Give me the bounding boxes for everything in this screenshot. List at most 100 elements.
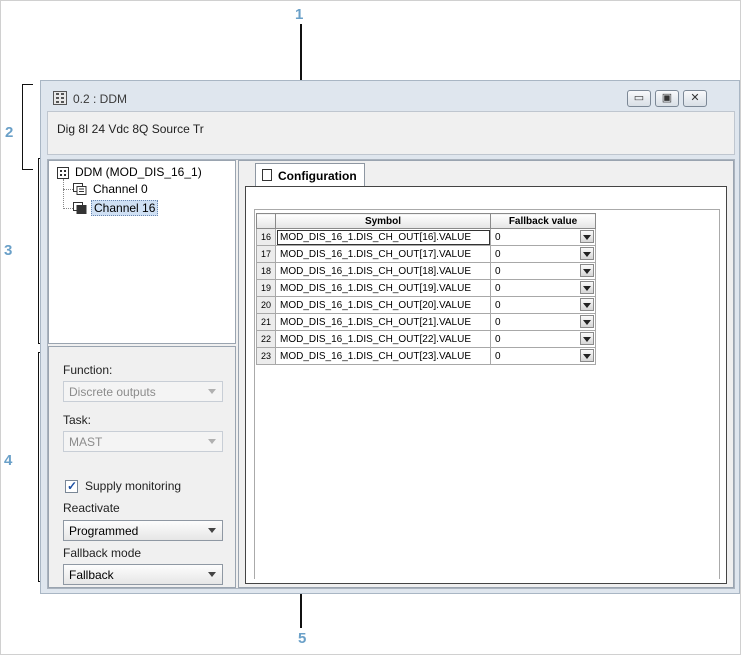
- maximize-button[interactable]: ▣: [655, 90, 679, 107]
- fallback-value-cell[interactable]: 0: [490, 347, 596, 365]
- row-index: 22: [256, 330, 276, 348]
- maximize-icon: ▣: [661, 92, 673, 104]
- symbol-cell[interactable]: MOD_DIS_16_1.DIS_CH_OUT[19].VALUE: [275, 279, 491, 297]
- row-index: 19: [256, 279, 276, 297]
- configuration-panel: Symbol Fallback value 16 MOD_DIS_16_1.DIS…: [245, 186, 727, 584]
- row-index: 23: [256, 347, 276, 365]
- callout-3: 3: [4, 242, 13, 259]
- fallback-value: 0: [495, 265, 501, 277]
- title-bar: 0.2 : DDM ▭ ▣ ✕: [41, 81, 739, 111]
- close-button[interactable]: ✕: [683, 90, 707, 107]
- supply-monitoring-label: Supply monitoring: [85, 479, 182, 493]
- fallback-dropdown-button[interactable]: [580, 247, 594, 260]
- column-header-symbol: Symbol: [275, 213, 491, 229]
- table-row[interactable]: 22 MOD_DIS_16_1.DIS_CH_OUT[22].VALUE 0: [256, 330, 596, 348]
- task-dropdown[interactable]: MAST: [63, 431, 223, 452]
- table-row[interactable]: 18 MOD_DIS_16_1.DIS_CH_OUT[18].VALUE 0: [256, 262, 596, 280]
- callout-5: 5: [298, 630, 307, 647]
- fallback-table: Symbol Fallback value 16 MOD_DIS_16_1.DIS…: [256, 213, 596, 365]
- fallback-dropdown-button[interactable]: [580, 230, 594, 243]
- fallback-value-cell[interactable]: 0: [490, 313, 596, 331]
- module-description: Dig 8I 24 Vdc 8Q Source Tr: [57, 122, 204, 136]
- callout-2: 2: [5, 124, 14, 141]
- module-icon: [53, 91, 67, 105]
- channel-icon: [73, 202, 87, 214]
- ddm-window: 0.2 : DDM ▭ ▣ ✕ Dig 8I 24 Vdc 8Q Source …: [40, 80, 740, 594]
- row-index: 17: [256, 245, 276, 263]
- fallback-value-cell[interactable]: 0: [490, 296, 596, 314]
- reactivate-dropdown[interactable]: Programmed: [63, 520, 223, 541]
- table-row[interactable]: 17 MOD_DIS_16_1.DIS_CH_OUT[17].VALUE 0: [256, 245, 596, 263]
- row-index: 21: [256, 313, 276, 331]
- chevron-down-icon: [208, 528, 216, 533]
- fallback-dropdown-button[interactable]: [580, 298, 594, 311]
- fallback-mode-value: Fallback: [69, 568, 114, 582]
- channel-icon: [73, 183, 87, 195]
- symbol-cell[interactable]: MOD_DIS_16_1.DIS_CH_OUT[23].VALUE: [275, 347, 491, 365]
- fallback-value-cell[interactable]: 0: [490, 279, 596, 297]
- fallback-mode-label: Fallback mode: [63, 546, 142, 560]
- chevron-down-icon: [208, 389, 216, 394]
- symbol-cell[interactable]: MOD_DIS_16_1.DIS_CH_OUT[21].VALUE: [275, 313, 491, 331]
- fallback-value-cell[interactable]: 0: [490, 245, 596, 263]
- tab-area: Configuration Symbol Fallback value 16 MO…: [238, 160, 734, 588]
- row-index: 18: [256, 262, 276, 280]
- task-value: MAST: [69, 435, 103, 449]
- table-row[interactable]: 23 MOD_DIS_16_1.DIS_CH_OUT[23].VALUE 0: [256, 347, 596, 365]
- symbol-cell[interactable]: MOD_DIS_16_1.DIS_CH_OUT[22].VALUE: [275, 330, 491, 348]
- supply-monitoring-checkbox[interactable]: ✓: [65, 479, 78, 493]
- tab-configuration[interactable]: Configuration: [255, 163, 365, 187]
- minimize-button[interactable]: ▭: [627, 90, 651, 107]
- check-icon: ✓: [67, 479, 78, 493]
- fallback-value: 0: [495, 282, 501, 294]
- fallback-dropdown-button[interactable]: [580, 281, 594, 294]
- symbol-cell[interactable]: MOD_DIS_16_1.DIS_CH_OUT[17].VALUE: [275, 245, 491, 263]
- table-row[interactable]: 19 MOD_DIS_16_1.DIS_CH_OUT[19].VALUE 0: [256, 279, 596, 297]
- module-description-panel: Dig 8I 24 Vdc 8Q Source Tr: [47, 111, 735, 155]
- fallback-value: 0: [495, 316, 501, 328]
- window-title: 0.2 : DDM: [73, 92, 128, 106]
- tree-line: [63, 179, 64, 209]
- channel-parameters-panel: Function: Discrete outputs Task: MAST ✓ …: [48, 346, 236, 588]
- fallback-value: 0: [495, 333, 501, 345]
- callout-1: 1: [295, 6, 304, 23]
- fallback-value: 0: [495, 350, 501, 362]
- tree-item-channel-0[interactable]: Channel 0: [93, 182, 148, 196]
- function-label: Function:: [63, 363, 113, 377]
- fallback-dropdown-button[interactable]: [580, 332, 594, 345]
- channel-tree: DDM (MOD_DIS_16_1) Channel 0 Channel 16: [48, 160, 236, 344]
- fallback-value: 0: [495, 248, 501, 260]
- fallback-value-cell[interactable]: 0: [490, 330, 596, 348]
- close-icon: ✕: [690, 92, 700, 104]
- table-row[interactable]: 21 MOD_DIS_16_1.DIS_CH_OUT[21].VALUE 0: [256, 313, 596, 331]
- column-header-fallback-value: Fallback value: [490, 213, 596, 229]
- fallback-mode-dropdown[interactable]: Fallback: [63, 564, 223, 585]
- row-index: 16: [256, 228, 276, 246]
- row-index: 20: [256, 296, 276, 314]
- fallback-value-cell[interactable]: 0: [490, 228, 596, 246]
- symbol-cell[interactable]: MOD_DIS_16_1.DIS_CH_OUT[16].VALUE: [275, 228, 491, 246]
- fallback-value: 0: [495, 299, 501, 311]
- symbol-cell[interactable]: MOD_DIS_16_1.DIS_CH_OUT[18].VALUE: [275, 262, 491, 280]
- fallback-value: 0: [495, 231, 501, 243]
- table-row[interactable]: 20 MOD_DIS_16_1.DIS_CH_OUT[20].VALUE 0: [256, 296, 596, 314]
- fallback-dropdown-button[interactable]: [580, 349, 594, 362]
- symbol-cell[interactable]: MOD_DIS_16_1.DIS_CH_OUT[20].VALUE: [275, 296, 491, 314]
- task-label: Task:: [63, 413, 92, 427]
- function-value: Discrete outputs: [69, 385, 156, 399]
- reactivate-label: Reactivate: [63, 501, 120, 515]
- fallback-dropdown-button[interactable]: [580, 264, 594, 277]
- module-icon: [57, 167, 69, 179]
- callout-4: 4: [4, 452, 13, 469]
- tree-root[interactable]: DDM (MOD_DIS_16_1): [75, 165, 202, 179]
- fallback-value-cell[interactable]: 0: [490, 262, 596, 280]
- minimize-icon: ▭: [633, 92, 645, 104]
- tree-line: [63, 189, 73, 190]
- tree-item-channel-16[interactable]: Channel 16: [91, 200, 159, 216]
- function-dropdown[interactable]: Discrete outputs: [63, 381, 223, 402]
- table-row[interactable]: 16 MOD_DIS_16_1.DIS_CH_OUT[16].VALUE 0: [256, 228, 596, 246]
- client-area: DDM (MOD_DIS_16_1) Channel 0 Channel 16 …: [47, 159, 735, 589]
- bracket-2: [22, 84, 33, 170]
- fallback-dropdown-button[interactable]: [580, 315, 594, 328]
- table-header-row: Symbol Fallback value: [256, 213, 596, 229]
